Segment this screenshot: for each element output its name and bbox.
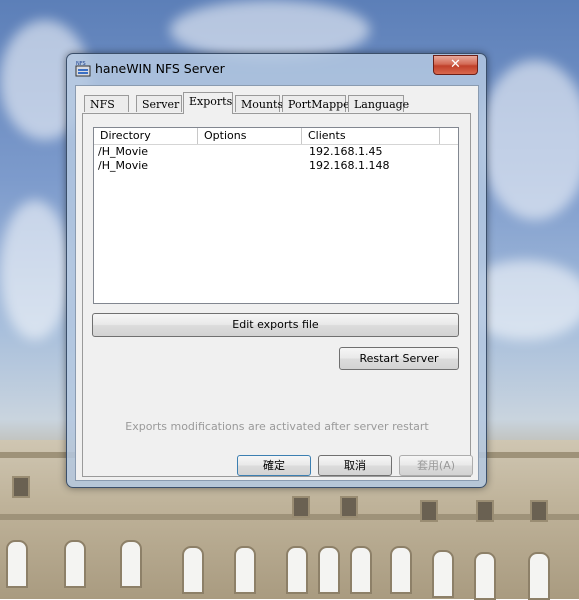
tab-server[interactable]: Server [136, 95, 182, 112]
cloud [0, 200, 70, 340]
clients-cell: 192.168.1.148 [309, 159, 390, 172]
list-item[interactable]: /H_Movie 192.168.1.148 [94, 159, 458, 173]
restart-notice: Exports modifications are activated afte… [125, 420, 429, 433]
nfs-server-window: NFS haneWIN NFS Server ✕ NFS Server Expo… [66, 53, 487, 488]
cloud [480, 60, 579, 220]
tab-mounts[interactable]: Mounts [235, 95, 283, 112]
column-header-directory[interactable]: Directory [94, 128, 198, 144]
exports-list[interactable]: Directory Options Clients /H_Movie 192.1… [93, 127, 459, 304]
edit-exports-button[interactable]: Edit exports file [92, 313, 459, 337]
column-header-options[interactable]: Options [198, 128, 302, 144]
dialog-body: NFS Server Exports Mounts PortMapper Lan… [75, 85, 479, 481]
window-title: haneWIN NFS Server [95, 61, 225, 76]
tab-portmapper[interactable]: PortMapper [282, 95, 355, 112]
cloud [170, 0, 370, 60]
column-header-clients[interactable]: Clients [302, 128, 440, 144]
tab-language[interactable]: Language [348, 95, 409, 112]
list-item[interactable]: /H_Movie 192.168.1.45 [94, 145, 458, 159]
cancel-button[interactable]: 取消 [318, 455, 392, 476]
title-bar[interactable]: NFS haneWIN NFS Server ✕ [67, 54, 486, 84]
restart-server-button[interactable]: Restart Server [339, 347, 459, 370]
ok-button[interactable]: 確定 [237, 455, 311, 476]
directory-cell: /H_Movie [98, 145, 149, 158]
close-icon: ✕ [450, 57, 461, 72]
tab-nfs[interactable]: NFS [84, 95, 129, 112]
svg-text:NFS: NFS [76, 61, 86, 67]
nfs-app-icon: NFS [75, 61, 91, 77]
close-button[interactable]: ✕ [433, 55, 478, 75]
apply-button: 套用(A) [399, 455, 473, 476]
clients-cell: 192.168.1.45 [309, 145, 383, 158]
list-header: Directory Options Clients [94, 128, 458, 145]
tab-exports[interactable]: Exports [183, 92, 233, 114]
directory-cell: /H_Movie [98, 159, 149, 172]
